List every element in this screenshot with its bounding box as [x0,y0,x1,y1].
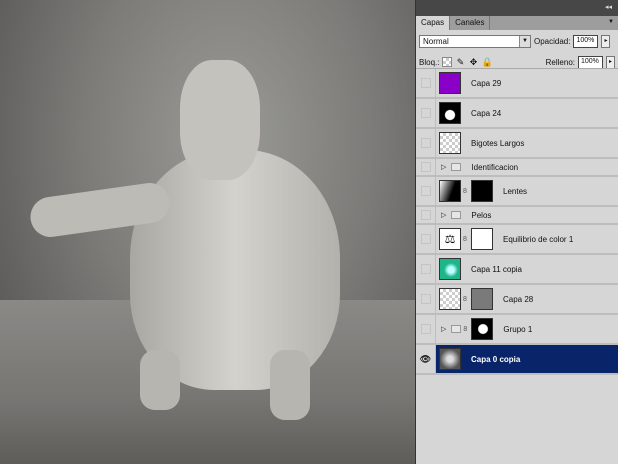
opacity-slider-button[interactable]: ▸ [601,34,611,48]
layer-mask-thumbnail [471,288,493,310]
expand-triangle-icon[interactable]: ▷ [441,211,446,219]
visibility-toggle[interactable] [416,315,436,343]
group-name: Grupo 1 [503,324,533,334]
layer-name: Capa 28 [503,294,534,304]
visibility-toggle[interactable] [416,255,436,283]
layer-mask-thumbnail [471,228,493,250]
layer-name: Capa 11 copia [471,264,522,274]
visibility-toggle[interactable] [416,99,436,127]
layer-row-selected[interactable]: 👁 Capa 0 copia [416,345,618,375]
character-leg-left [140,350,180,410]
layer-thumbnail [439,132,461,154]
layer-row[interactable]: Bigotes Largos [416,129,618,159]
blend-mode-value: Normal [423,36,449,46]
layers-list: Capa 29 Capa 24 Bigotes Largos ▷ Identif… [416,68,618,375]
link-icon[interactable]: 8 [463,188,469,195]
lock-brush-icon[interactable]: ✎ [455,57,465,67]
lock-all-icon[interactable]: 🔒 [481,57,492,67]
visibility-toggle[interactable] [416,207,436,223]
group-name: Pelos [471,210,492,220]
collapse-icon[interactable]: ◂◂ [605,3,612,11]
opacity-input[interactable]: 100% [573,34,599,48]
group-row[interactable]: ▷ Pelos [416,207,618,225]
link-icon[interactable]: 8 [463,326,469,333]
folder-icon [451,211,462,219]
layer-row[interactable]: Capa 24 [416,99,618,129]
blend-mode-select[interactable]: Normal ▼ [419,34,531,48]
layer-row[interactable]: Capa 29 [416,69,618,99]
folder-icon [451,163,462,171]
tab-capas[interactable]: Capas [416,16,451,30]
character-leg-right [270,350,310,420]
layer-row[interactable]: 8 Capa 28 [416,285,618,315]
layer-thumbnail [439,72,461,94]
layer-row[interactable]: 8 Lentes [416,177,618,207]
link-icon[interactable]: 8 [463,236,469,243]
layer-mask-thumbnail [471,318,494,340]
layer-name: Capa 24 [471,108,502,118]
group-name: Identificacion [471,162,519,172]
layer-name: Capa 29 [471,78,502,88]
visibility-toggle[interactable] [416,177,436,205]
panel-menu-icon[interactable]: ▼ [608,19,614,25]
fill-slider-button[interactable]: ▸ [606,55,615,69]
layer-thumbnail [439,348,461,370]
visibility-toggle[interactable] [416,225,436,253]
tab-canales[interactable]: Canales [450,16,491,30]
group-row[interactable]: ▷ Identificacion [416,159,618,177]
panel-titlebar: ◂◂ [416,0,618,16]
visibility-toggle[interactable] [416,129,436,157]
expand-triangle-icon[interactable]: ▷ [441,325,446,333]
document-canvas[interactable] [0,0,415,464]
layer-thumbnail [439,180,461,202]
eye-icon[interactable]: 👁 [416,345,436,373]
color-balance-icon: ⚖ [439,228,461,250]
fill-label: Relleno: [545,57,575,67]
group-row[interactable]: ▷ 8 Grupo 1 [416,315,618,345]
layer-mask-thumbnail [471,180,493,202]
layer-name: Lentes [503,186,528,196]
folder-icon [451,325,462,333]
panel-tabs: Capas Canales ▼ [416,16,618,30]
character-head [180,60,260,180]
layer-thumbnail [439,288,461,310]
expand-triangle-icon[interactable]: ▷ [441,163,446,171]
chevron-down-icon: ▼ [519,35,530,47]
visibility-toggle[interactable] [416,285,436,313]
layer-row[interactable]: ⚖ 8 Equilibrio de color 1 [416,225,618,255]
fill-input[interactable]: 100% [578,55,603,69]
layer-name: Bigotes Largos [471,138,525,148]
layer-thumbnail [439,258,461,280]
opacity-label: Opacidad: [534,36,571,46]
visibility-toggle[interactable] [416,159,436,175]
layer-row[interactable]: Capa 11 copia [416,255,618,285]
lock-move-icon[interactable]: ✥ [468,57,478,67]
layer-thumbnail [439,102,461,124]
lock-transparency-icon[interactable] [442,57,453,67]
layers-panel: ◂◂ Capas Canales ▼ Normal ▼ Opacidad: 100… [415,0,618,464]
visibility-toggle[interactable] [416,69,436,97]
link-icon[interactable]: 8 [463,296,469,303]
layer-name: Equilibrio de color 1 [503,234,574,244]
layer-name: Capa 0 copia [471,354,521,364]
lock-label: Bloq.: [419,57,440,67]
